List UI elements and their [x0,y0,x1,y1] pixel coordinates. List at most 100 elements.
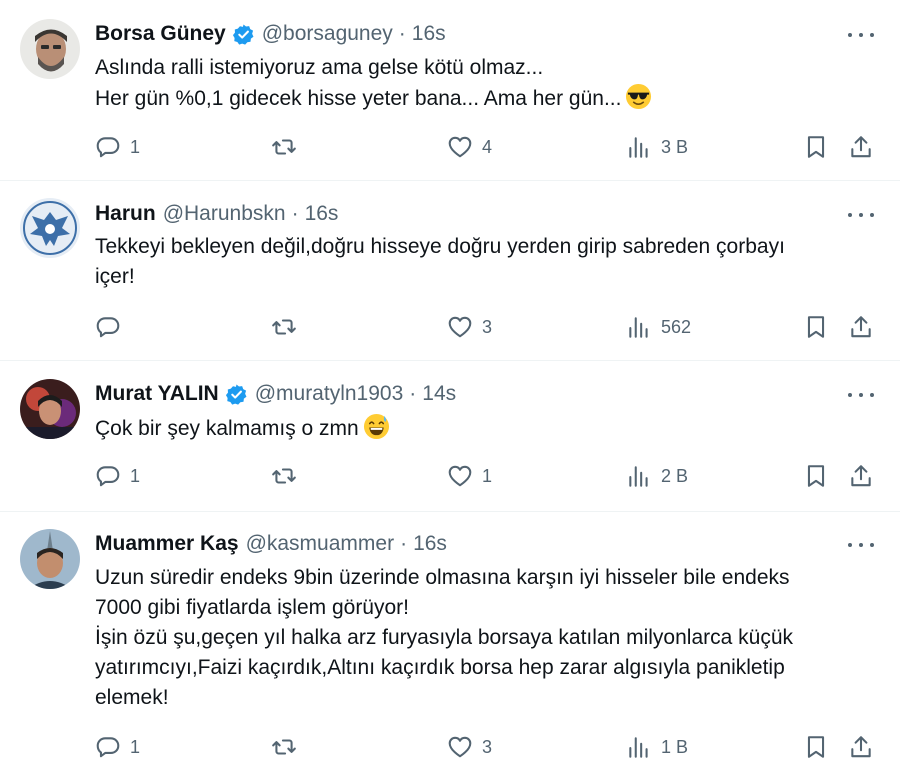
tweet[interactable]: Murat YALIN @muratyln1903 · 14s Çok bir … [0,361,900,512]
views-button[interactable]: 1 B [626,732,688,762]
like-icon [448,736,472,758]
user-handle[interactable]: @Harunbskn [163,202,286,226]
views-count: 562 [661,316,692,337]
bookmark-button[interactable] [803,461,829,491]
user-handle[interactable]: @muratyln1903 [255,382,404,406]
share-button[interactable] [848,132,874,162]
views-button[interactable]: 2 B [626,461,688,491]
reply-button[interactable]: 1 [95,461,140,491]
more-icon[interactable] [848,25,874,45]
repost-icon [272,319,296,335]
bookmark-button[interactable] [803,312,829,342]
reply-icon [96,466,120,487]
repost-button[interactable] [271,312,306,342]
repost-icon [272,139,296,155]
like-icon [448,136,472,158]
tweet-text-line: Uzun süredir endeks 9bin üzerinde olması… [95,566,790,589]
repost-button[interactable] [271,461,306,491]
tweet-text-line: Çok bir şey kalmamış o zmn [95,417,359,440]
tweet[interactable]: Borsa Güney @borsaguney · 16s Aslında ra… [0,0,900,181]
tweet-actions: 1 4 3 B [95,132,880,162]
more-icon[interactable] [848,385,874,405]
avatar[interactable] [20,529,80,589]
tweet-actions: 1 1 2 B [95,461,880,491]
like-count: 3 [482,736,493,757]
display-name[interactable]: Muammer Kaş [95,532,239,556]
views-icon [629,317,648,338]
views-count: 3 B [661,136,689,157]
views-count: 1 B [661,736,689,757]
bookmark-icon [807,316,825,338]
tweet-text-line: 7000 gibi fiyatlarda işlem görüyor! [95,596,409,619]
tweet[interactable]: Harun @Harunbskn · 16s Tekkeyi bekleyen … [0,181,900,361]
like-icon [448,465,472,487]
tweet-text-line: Her gün %0,1 gidecek hisse yeter bana...… [95,87,622,110]
tweet-text-line: elemek! [95,686,169,709]
reply-count: 1 [130,736,141,757]
repost-button[interactable] [271,732,306,762]
like-button[interactable]: 3 [447,732,492,762]
tweet-text-line: içer! [95,265,135,288]
separator-dot: · [398,22,406,45]
share-icon [851,736,871,758]
views-count: 2 B [661,465,689,486]
repost-icon [272,468,296,484]
views-icon [629,737,648,758]
user-handle[interactable]: @kasmuammer [246,532,395,556]
reply-button[interactable]: 1 [95,132,140,162]
share-icon [851,465,871,487]
reply-count: 1 [130,465,141,486]
share-button[interactable] [848,732,874,762]
repost-icon [272,739,296,755]
repost-button[interactable] [271,132,306,162]
more-icon[interactable] [848,535,874,555]
like-button[interactable]: 3 [447,312,492,342]
bookmark-button[interactable] [803,732,829,762]
verified-badge-icon [232,23,255,46]
tweet-text: Çok bir şey kalmamış o zmn [95,413,865,444]
display-name[interactable]: Harun [95,202,156,226]
reply-icon [96,317,120,338]
views-icon [629,137,648,158]
tweet-text-line: Tekkeyi bekleyen değil,doğru hisseye doğ… [95,235,785,258]
timestamp[interactable]: 16s [413,532,447,556]
like-button[interactable]: 1 [447,461,492,491]
avatar[interactable] [20,198,80,258]
sunglasses-emoji [625,83,652,110]
views-button[interactable]: 3 B [626,132,688,162]
tweet-text: Aslında ralli istemiyoruz ama gelse kötü… [95,53,865,114]
timestamp[interactable]: 16s [412,22,446,46]
like-button[interactable]: 4 [447,132,492,162]
avatar[interactable] [20,379,80,439]
more-icon[interactable] [848,205,874,225]
share-button[interactable] [848,312,874,342]
views-button[interactable]: 562 [626,312,691,342]
like-count: 4 [482,136,493,157]
tweet-actions: 3 562 [95,312,880,342]
like-count: 3 [482,316,493,337]
tweet-header: Murat YALIN @muratyln1903 · 14s [95,380,456,408]
tweet-actions: 1 3 1 B [95,732,880,762]
display-name[interactable]: Murat YALIN [95,382,219,406]
user-handle[interactable]: @borsaguney [262,22,393,46]
display-name[interactable]: Borsa Güney [95,22,226,46]
bookmark-icon [807,465,825,487]
grinning-sweat-emoji [363,413,390,440]
timestamp[interactable]: 16s [305,202,339,226]
tweet-text-line: Aslında ralli istemiyoruz ama gelse kötü… [95,56,544,79]
like-count: 1 [482,465,493,486]
tweet-text: Tekkeyi bekleyen değil,doğru hisseye doğ… [95,232,865,292]
bookmark-icon [807,136,825,158]
reply-icon [96,137,120,158]
tweet-text-line: yatırımcıyı,Faizi kaçırdık,Altını kaçırd… [95,656,785,679]
tweet-text: Uzun süredir endeks 9bin üzerinde olması… [95,563,865,713]
timestamp[interactable]: 14s [422,382,456,406]
bookmark-icon [807,736,825,758]
bookmark-button[interactable] [803,132,829,162]
tweet[interactable]: Muammer Kaş @kasmuammer · 16s Uzun süred… [0,512,900,782]
share-button[interactable] [848,461,874,491]
separator-dot: · [409,382,417,405]
avatar[interactable] [20,19,80,79]
reply-button[interactable]: 1 [95,732,140,762]
reply-button[interactable] [95,312,130,342]
